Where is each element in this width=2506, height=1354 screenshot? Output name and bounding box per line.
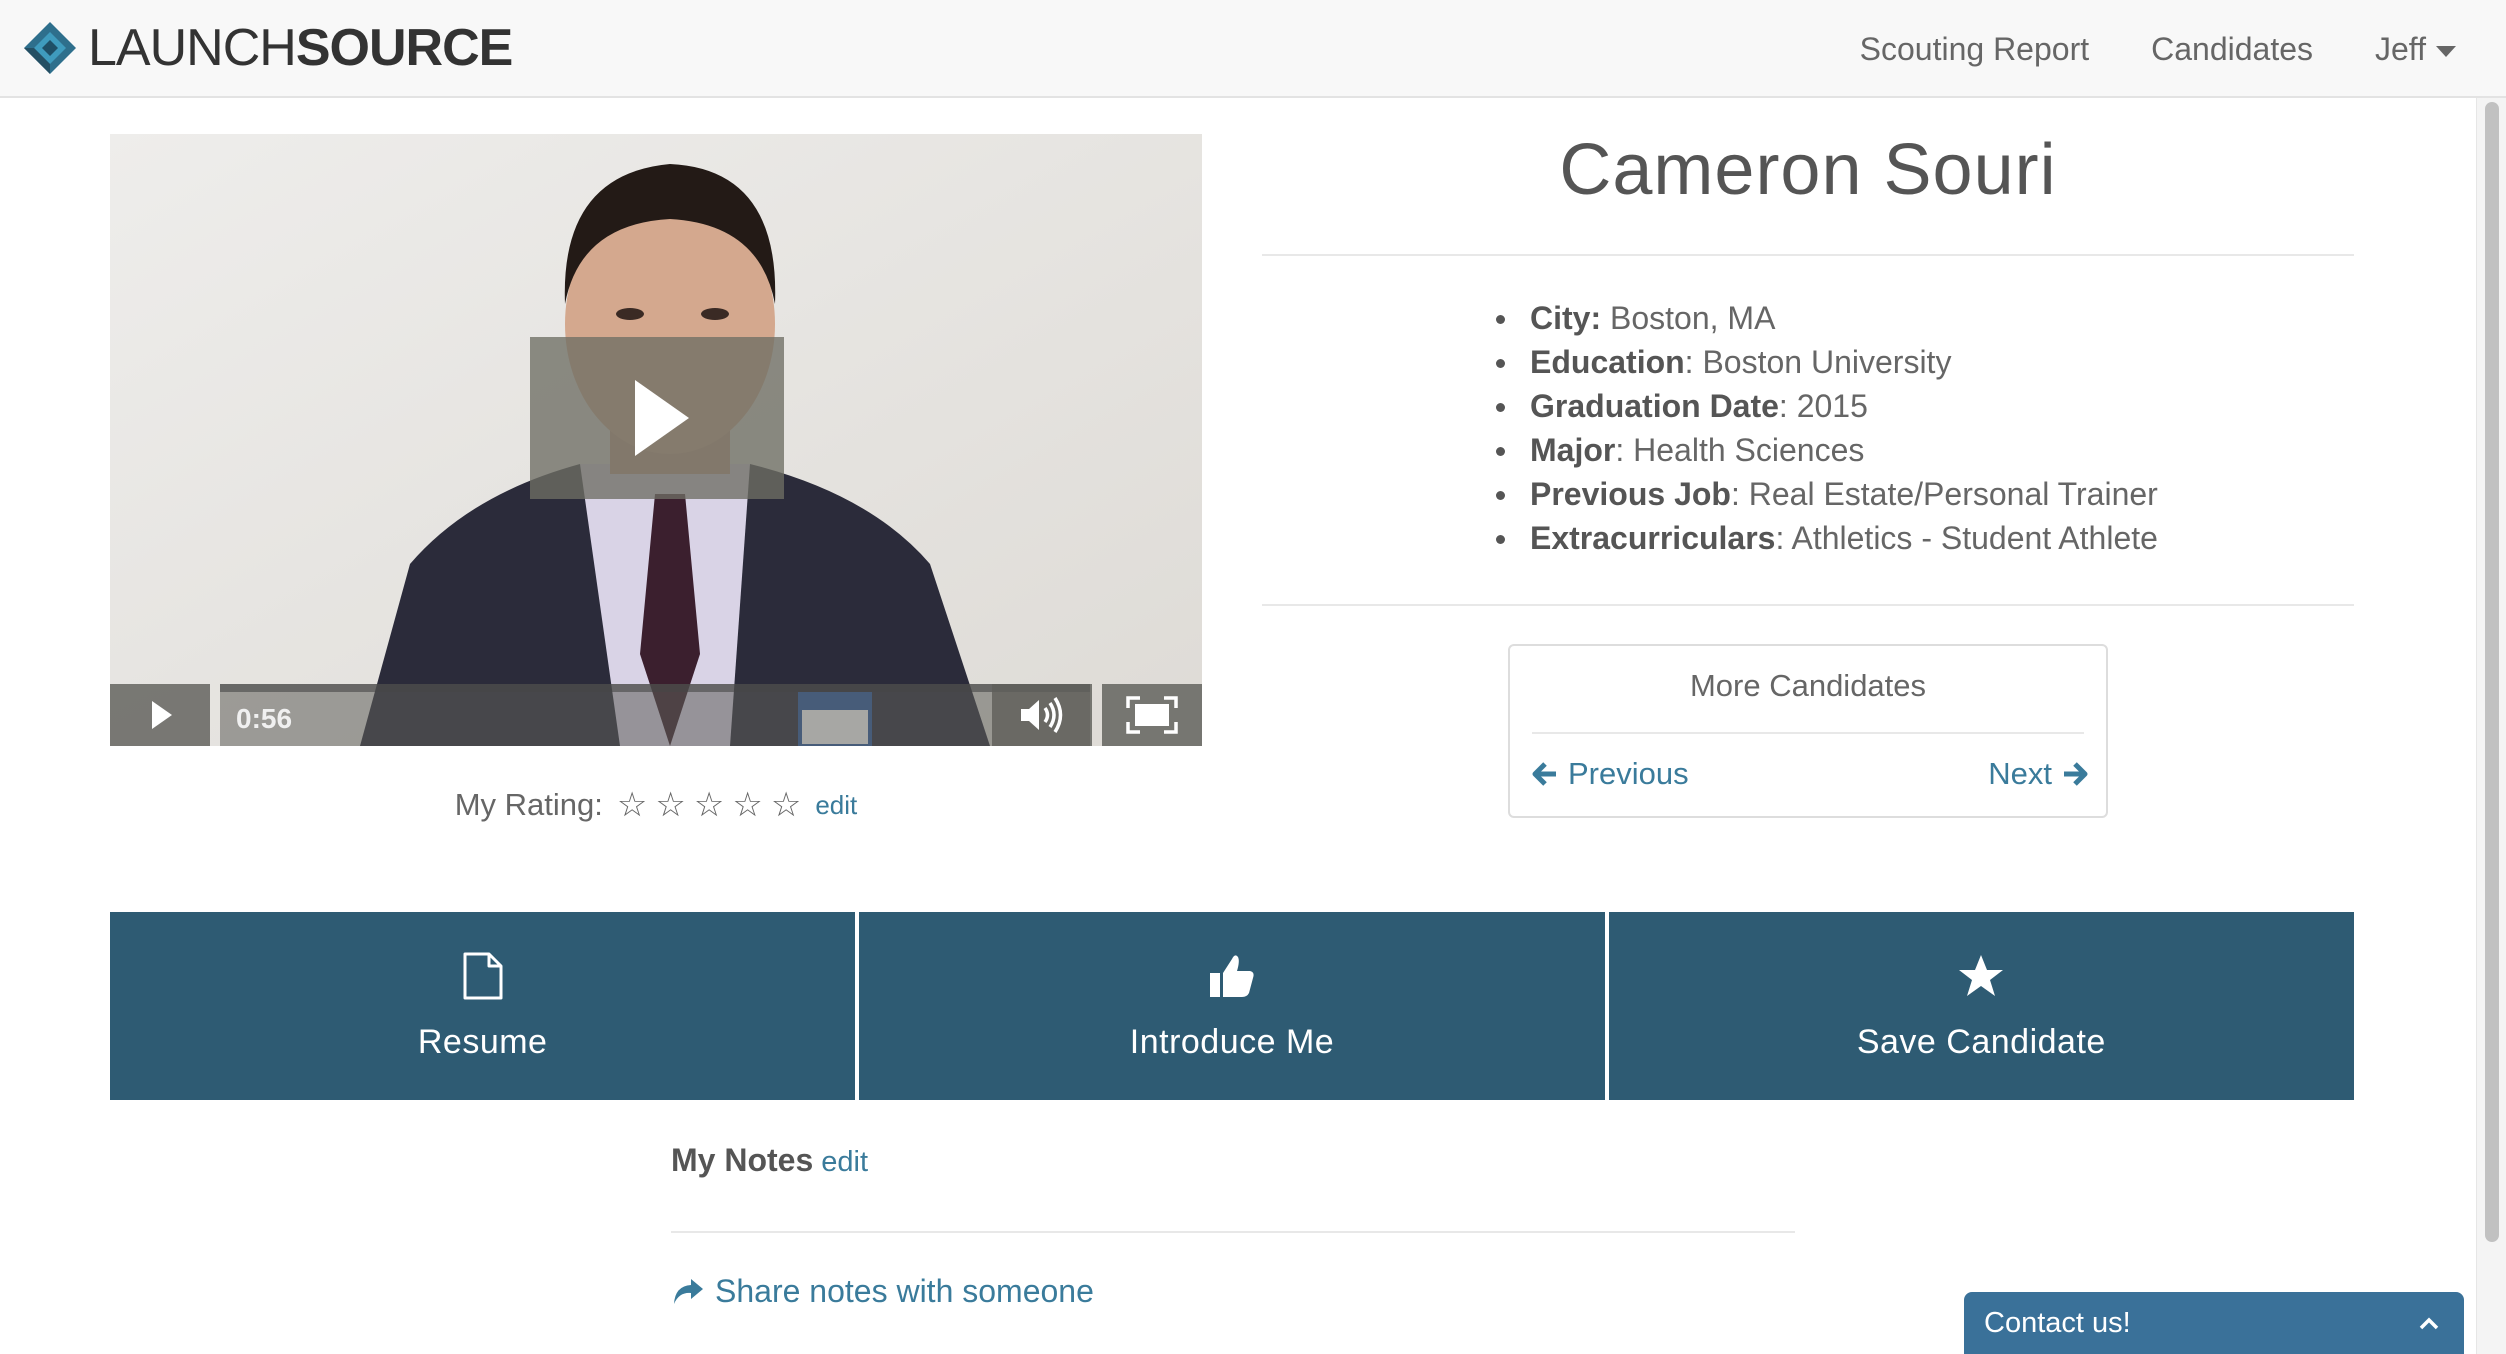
volume-button[interactable]	[992, 684, 1092, 746]
candidate-profile: Cameron Souri City: Boston, MA Education…	[1262, 120, 2354, 606]
resume-button[interactable]: Resume	[110, 912, 856, 1100]
nav-links: Scouting Report Candidates Jeff	[1798, 0, 2456, 98]
fullscreen-button[interactable]	[1102, 684, 1202, 746]
my-notes-title: My Notes	[671, 1142, 814, 1178]
star-outline-icon[interactable]: ☆	[655, 785, 685, 825]
detail-label: Previous Job	[1530, 476, 1731, 512]
video-time: 0:56	[236, 703, 293, 734]
detail-label: Extracurriculars	[1530, 520, 1776, 556]
nav-link-candidates[interactable]: Candidates	[2151, 31, 2313, 68]
next-candidate-link[interactable]: Next	[1988, 756, 2088, 792]
launchsource-logo[interactable]: LAUNCHSOURCE	[20, 18, 513, 78]
user-menu[interactable]: Jeff	[2375, 31, 2456, 68]
detail-previous-job: Previous Job: Real Estate/Personal Train…	[1496, 472, 2506, 516]
introduce-me-label: Introduce Me	[1129, 1022, 1335, 1061]
progress-rail	[220, 684, 1090, 692]
divider	[1262, 254, 2354, 256]
star-outline-icon[interactable]: ☆	[694, 785, 724, 825]
contact-us-label: Contact us!	[1984, 1306, 2131, 1339]
big-play-button[interactable]	[530, 337, 784, 499]
detail-label: Education	[1530, 344, 1685, 380]
detail-value: : 2015	[1778, 388, 1868, 424]
save-candidate-button[interactable]: Save Candidate	[1608, 912, 2354, 1100]
contact-us-tab[interactable]: Contact us!	[1964, 1292, 2464, 1354]
candidate-details: City: Boston, MA Education: Boston Unive…	[1496, 296, 2506, 560]
detail-label: Major	[1530, 432, 1616, 468]
fullscreen-icon	[1126, 696, 1178, 734]
candidate-name: Cameron Souri	[1559, 130, 2057, 210]
play-icon	[635, 380, 689, 456]
detail-major: Major: Health Sciences	[1496, 428, 2506, 472]
detail-value: Boston, MA	[1601, 300, 1776, 336]
star-outline-icon[interactable]: ☆	[617, 785, 647, 825]
candidate-video-player[interactable]: 0:56	[110, 134, 1202, 746]
introduce-me-button[interactable]: Introduce Me	[859, 912, 1605, 1100]
previous-candidate-link[interactable]: Previous	[1532, 756, 1689, 792]
detail-value: : Boston University	[1684, 344, 1952, 380]
detail-label: City:	[1530, 300, 1602, 336]
video-control-bar: 0:56	[110, 684, 1202, 746]
share-notes-link[interactable]: Share notes with someone	[671, 1273, 1795, 1310]
divider	[1262, 604, 2354, 606]
detail-education: Education: Boston University	[1496, 340, 2506, 384]
arrow-left-icon	[1532, 762, 1556, 786]
caret-down-icon	[2436, 45, 2456, 57]
detail-extracurriculars: Extracurriculars: Athletics - Student At…	[1496, 516, 2506, 560]
my-notes-section: My Notes edit Share notes with someone	[671, 1142, 1795, 1310]
user-name: Jeff	[2375, 30, 2426, 67]
thumbs-up-icon	[1208, 951, 1256, 1001]
share-notes-label: Share notes with someone	[715, 1273, 1094, 1309]
play-small-icon	[152, 701, 172, 729]
more-candidates-title: More Candidates	[1689, 668, 1927, 703]
rating-edit-link[interactable]: edit	[815, 790, 857, 821]
share-arrow-icon	[674, 1278, 703, 1304]
document-icon	[459, 951, 507, 1001]
logo-diamond-icon	[20, 18, 80, 78]
nav-link-scouting-report[interactable]: Scouting Report	[1860, 31, 2089, 68]
my-notes-heading: My Notes edit	[671, 1142, 1795, 1179]
previous-label: Previous	[1568, 756, 1689, 791]
arrow-right-icon	[2064, 762, 2088, 786]
logo-text-light: LAUNCH	[88, 19, 297, 77]
resume-label: Resume	[417, 1022, 548, 1061]
page-scrollbar[interactable]	[2476, 98, 2506, 1354]
detail-city: City: Boston, MA	[1496, 296, 2506, 340]
chevron-up-icon	[2419, 1317, 2439, 1330]
detail-value: : Athletics - Student Athlete	[1775, 520, 2158, 556]
video-play-button[interactable]	[110, 684, 210, 746]
detail-value: : Health Sciences	[1615, 432, 1865, 468]
star-icon	[1957, 951, 2005, 1001]
video-progress-bar[interactable]: 0:56	[220, 684, 1090, 746]
notes-edit-link[interactable]: edit	[821, 1146, 868, 1179]
star-outline-icon[interactable]: ☆	[771, 785, 801, 825]
navbar: LAUNCHSOURCE Scouting Report Candidates …	[0, 0, 2506, 98]
detail-value: : Real Estate/Personal Trainer	[1730, 476, 2158, 512]
more-candidates-panel: More Candidates Previous Next	[1508, 644, 2108, 818]
logo-text: LAUNCHSOURCE	[88, 18, 513, 78]
candidate-actions: Resume Introduce Me Save Candidate	[110, 912, 2354, 1100]
scrollbar-thumb[interactable]	[2485, 102, 2499, 1242]
save-candidate-label: Save Candidate	[1856, 1022, 2106, 1061]
my-rating: My Rating: ☆ ☆ ☆ ☆ ☆ edit	[110, 785, 1202, 825]
star-outline-icon[interactable]: ☆	[732, 785, 762, 825]
detail-label: Graduation Date	[1530, 388, 1779, 424]
volume-icon	[1021, 697, 1063, 733]
divider	[671, 1231, 1795, 1233]
next-label: Next	[1988, 756, 2052, 791]
detail-graduation-date: Graduation Date: 2015	[1496, 384, 2506, 428]
rating-label: My Rating:	[454, 787, 603, 822]
divider	[1532, 732, 2084, 734]
logo-text-bold: SOURCE	[295, 19, 513, 77]
